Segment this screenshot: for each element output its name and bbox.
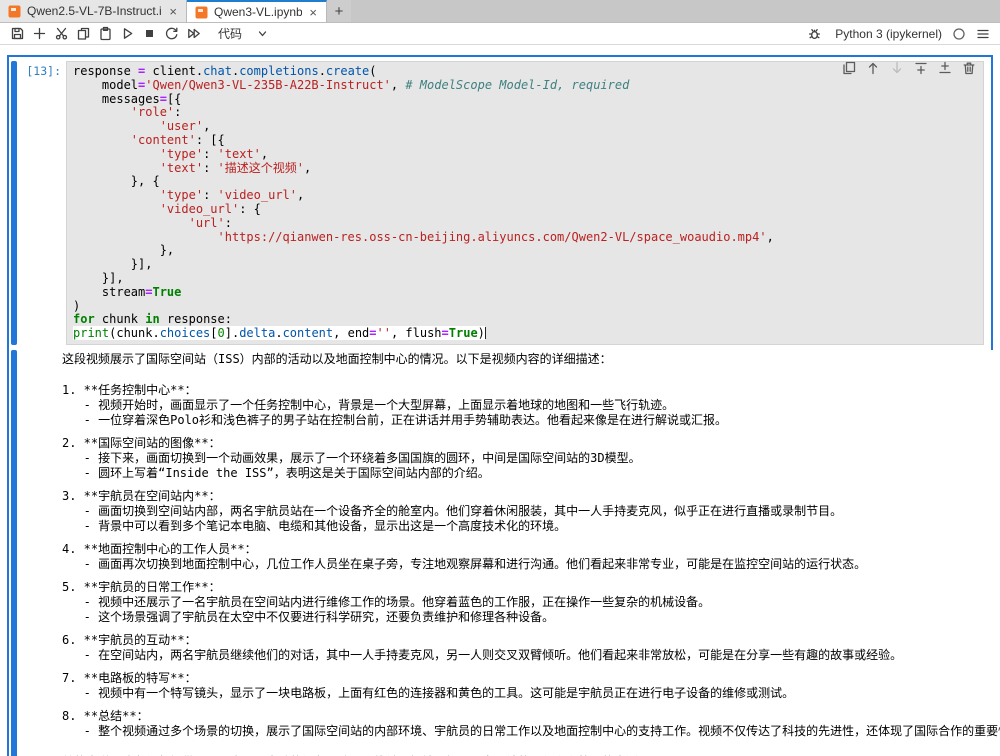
stop-icon	[142, 26, 157, 41]
insert-cell-button[interactable]	[28, 24, 50, 44]
code-editor-lines: response = client.chat.completions.creat…	[73, 65, 983, 341]
kernel-status-icon	[952, 27, 966, 41]
arrow-down-icon	[890, 61, 904, 75]
move-cell-up-button[interactable]	[864, 59, 881, 76]
insert-above-icon	[914, 61, 928, 75]
notebook-panel: [13]: response = client.chat.completions…	[0, 45, 1000, 756]
tab-qwen25-vl-notebook[interactable]: Qwen2.5-VL-7B-Instruct.ip ×	[0, 0, 187, 22]
kernel-name[interactable]: Python 3 (ipykernel)	[835, 27, 942, 41]
close-icon[interactable]: ×	[308, 5, 318, 20]
tab-bar-filler	[351, 0, 1000, 22]
trash-icon	[962, 61, 976, 75]
paste-cells-button[interactable]	[94, 24, 116, 44]
stream-output: 这段视频展示了国际空间站（ISS）内部的活动以及地面控制中心的情况。以下是视频内…	[17, 350, 1000, 756]
restart-icon	[164, 26, 179, 41]
cell-type-dropdown[interactable]: 代码	[218, 25, 269, 42]
tab-label: Qwen2.5-VL-7B-Instruct.ip	[27, 4, 162, 18]
scissors-icon	[54, 26, 69, 41]
fast-forward-icon	[186, 26, 201, 41]
tab-qwen3-vl-notebook[interactable]: Qwen3-VL.ipynb ×	[187, 0, 327, 22]
duplicate-cell-button[interactable]	[840, 59, 857, 76]
toolbar-right-group: Python 3 (ipykernel)	[803, 24, 994, 44]
chevron-down-icon	[256, 27, 269, 40]
clipboard-icon	[98, 26, 113, 41]
delete-cell-button[interactable]	[960, 59, 977, 76]
cell-output-area: 这段视频展示了国际空间站（ISS）内部的活动以及地面控制中心的情况。以下是视频内…	[9, 350, 991, 756]
debugger-button[interactable]	[803, 24, 825, 44]
notebook-file-icon	[195, 6, 208, 19]
bug-icon	[807, 26, 822, 41]
new-tab-button[interactable]: +	[327, 0, 351, 22]
arrow-up-icon	[866, 61, 880, 75]
restart-kernel-button[interactable]	[160, 24, 182, 44]
run-icon	[120, 26, 135, 41]
insert-cell-above-button[interactable]	[912, 59, 929, 76]
execution-count-prompt: [13]:	[17, 61, 66, 345]
insert-cell-below-button[interactable]	[936, 59, 953, 76]
run-cell-button[interactable]	[116, 24, 138, 44]
close-icon[interactable]: ×	[168, 4, 178, 19]
run-all-cells-button[interactable]	[182, 24, 204, 44]
cell-input-area: [13]: response = client.chat.completions…	[9, 61, 991, 345]
save-button[interactable]	[6, 24, 28, 44]
cut-cells-button[interactable]	[50, 24, 72, 44]
active-code-cell[interactable]: [13]: response = client.chat.completions…	[7, 55, 993, 756]
notebook-file-icon	[8, 5, 21, 18]
insert-below-icon	[938, 61, 952, 75]
tab-bar: Qwen2.5-VL-7B-Instruct.ip × Qwen3-VL.ipy…	[0, 0, 1000, 23]
notebook-toolbar: 代码 Python 3 (ipykernel)	[0, 23, 1000, 45]
menu-icon[interactable]	[976, 27, 990, 41]
stream-output-text: 这段视频展示了国际空间站（ISS）内部的活动以及地面控制中心的情况。以下是视频内…	[62, 352, 1000, 756]
cell-type-label: 代码	[218, 25, 242, 42]
plus-icon	[32, 26, 47, 41]
copy-cells-button[interactable]	[72, 24, 94, 44]
save-icon	[10, 26, 25, 41]
duplicate-icon	[842, 61, 856, 75]
jupyterlab-window: Qwen2.5-VL-7B-Instruct.ip × Qwen3-VL.ipy…	[0, 0, 1000, 756]
move-cell-down-button[interactable]	[888, 59, 905, 76]
interrupt-kernel-button[interactable]	[138, 24, 160, 44]
cell-toolbar	[840, 59, 977, 76]
code-editor[interactable]: response = client.chat.completions.creat…	[66, 61, 984, 345]
copy-icon	[76, 26, 91, 41]
tab-label: Qwen3-VL.ipynb	[214, 5, 302, 19]
